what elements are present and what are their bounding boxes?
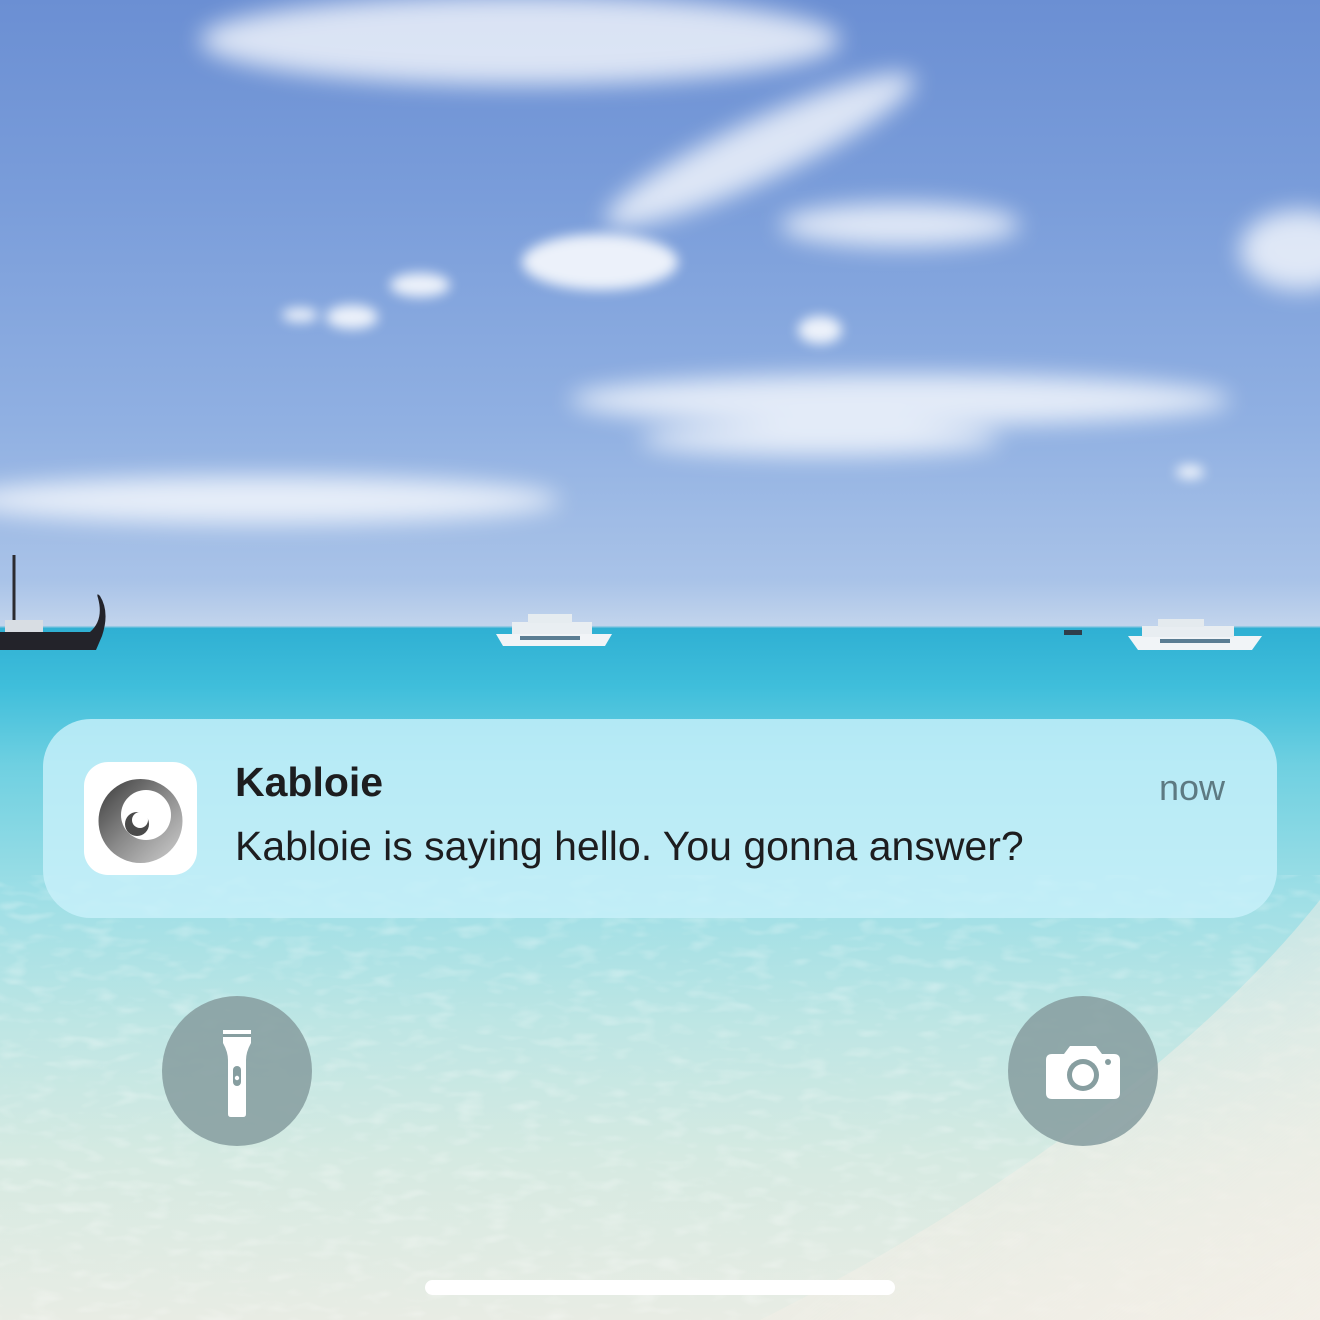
wallpaper-boats bbox=[0, 555, 1262, 650]
camera-icon bbox=[1046, 1046, 1120, 1099]
ferry-boat-middle bbox=[496, 614, 612, 646]
flashlight-button[interactable] bbox=[162, 996, 312, 1146]
flashlight-icon bbox=[223, 1030, 251, 1117]
camera-button[interactable] bbox=[1008, 996, 1158, 1146]
notification-app-name: Kabloie bbox=[235, 759, 384, 805]
notification-time: now bbox=[1158, 767, 1225, 808]
home-indicator[interactable] bbox=[425, 1280, 895, 1295]
swirl-icon bbox=[84, 762, 197, 875]
notification-message: Kabloie is saying hello. You gonna answe… bbox=[235, 823, 1024, 869]
notification-banner[interactable]: Kabloie now Kabloie is saying hello. You… bbox=[43, 719, 1277, 918]
small-boat bbox=[1064, 630, 1082, 635]
lock-screen: Kabloie now Kabloie is saying hello. You… bbox=[0, 0, 1320, 1320]
yacht-right bbox=[1128, 619, 1262, 650]
sailboat bbox=[0, 555, 106, 650]
